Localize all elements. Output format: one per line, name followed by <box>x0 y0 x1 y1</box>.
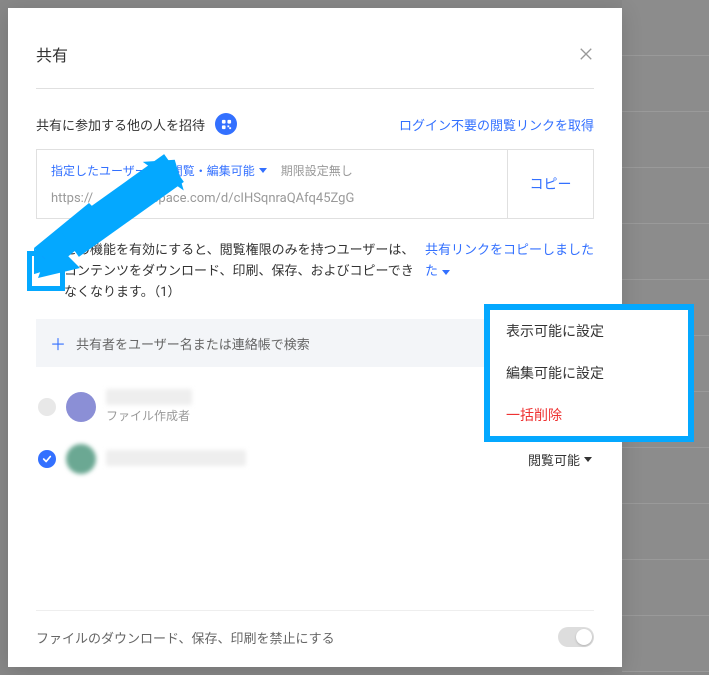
permission-menu: 表示可能に設定 編集可能に設定 一括削除 <box>484 304 694 442</box>
restrict-checkbox[interactable] <box>36 243 54 261</box>
restrict-note: この機能を有効にすると、閲覧権限のみを持つユーザーは、コンテンツをダウンロード、… <box>64 241 415 303</box>
share-url: https:// kspace.com/d/cIHSqnraQAfq45ZgG <box>51 187 493 206</box>
user-name <box>106 389 192 405</box>
invite-label: 共有に参加する他の人を招待 <box>36 115 205 134</box>
modal-title: 共有 <box>36 42 68 66</box>
link-expiry: 期限設定無し <box>281 162 353 179</box>
menu-delete-all[interactable]: 一括削除 <box>490 394 688 436</box>
restrict-toggle[interactable] <box>558 627 594 647</box>
chevron-down-icon <box>259 168 267 173</box>
menu-set-edit[interactable]: 編集可能に設定 <box>490 352 688 394</box>
share-link-status-dropdown[interactable]: 共有リンクをコピーしました た <box>425 241 594 283</box>
avatar <box>66 444 96 474</box>
plus-icon: ＋ <box>50 331 66 355</box>
chevron-down-icon <box>584 457 592 462</box>
user-checkbox[interactable] <box>38 398 56 416</box>
search-placeholder: 共有者をユーザー名または連絡帳で検索 <box>76 334 310 353</box>
link-box: 指定したユーザーのみ閲覧・編集可能 期限設定無し https:// kspace… <box>36 149 594 219</box>
user-name <box>106 450 246 466</box>
user-checkbox[interactable] <box>38 450 56 468</box>
link-permission-dropdown[interactable]: 指定したユーザーのみ閲覧・編集可能 <box>51 162 267 179</box>
user-permission-dropdown[interactable]: 閲覧可能 <box>528 450 592 469</box>
menu-set-view[interactable]: 表示可能に設定 <box>490 310 688 352</box>
avatar <box>66 392 96 422</box>
get-view-link[interactable]: ログイン不要の閲覧リンクを取得 <box>399 115 594 134</box>
qr-icon[interactable] <box>215 113 237 135</box>
close-icon[interactable] <box>578 46 594 62</box>
copy-button[interactable]: コピー <box>507 150 593 218</box>
chevron-down-icon <box>442 270 450 275</box>
footer-label: ファイルのダウンロード、保存、印刷を禁止にする <box>36 628 335 647</box>
